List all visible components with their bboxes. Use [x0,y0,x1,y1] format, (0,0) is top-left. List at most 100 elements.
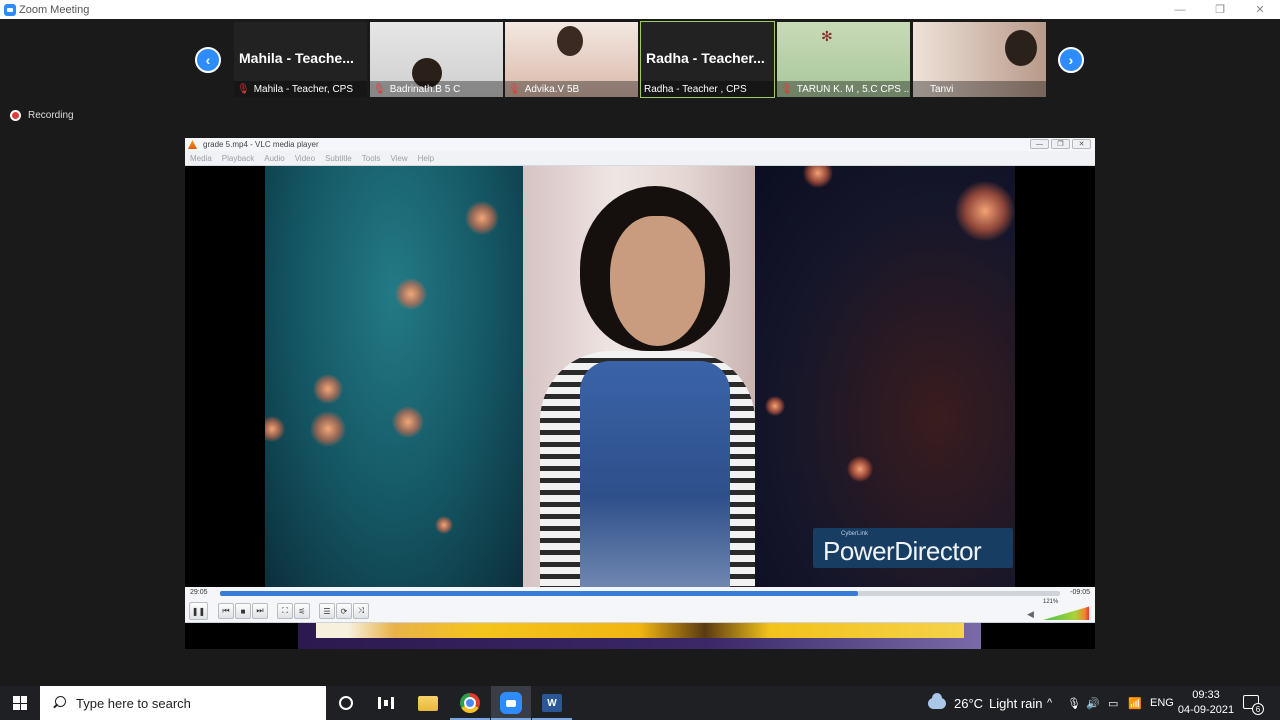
zoom-taskbar-button[interactable] [491,686,531,720]
file-explorer-button[interactable] [408,686,448,720]
close-button[interactable]: ✕ [1240,0,1280,19]
vlc-minimize-button[interactable]: — [1030,139,1049,149]
volume-slider[interactable] [1043,606,1091,620]
gallery-prev-button[interactable]: ‹ [195,47,221,73]
vlc-restore-button[interactable]: ❐ [1051,139,1070,149]
menu-video[interactable]: Video [295,154,315,163]
chevron-right-icon: › [1068,52,1074,68]
menu-media[interactable]: Media [190,154,212,163]
menu-subtitle[interactable]: Subtitle [325,154,352,163]
gallery-next-button[interactable]: › [1058,47,1084,73]
recording-indicator[interactable]: Recording [10,110,74,121]
participant-tile[interactable]: ✻ 🎙 TARUN K. M , 5.C CPS ... [777,22,910,97]
powerdirector-watermark: CyberLink PowerDirector [813,528,1013,568]
video-display[interactable]: CyberLink PowerDirector [185,166,1095,587]
zoom-window-title: Zoom Meeting [19,3,90,16]
shuffle-icon: ⤨ [357,606,365,615]
chrome-button[interactable] [450,686,490,720]
menu-view[interactable]: View [390,154,407,163]
mic-muted-icon: 🎙 [237,83,250,95]
zoom-app-icon [4,3,16,16]
word-taskbar-button[interactable]: W [532,686,572,720]
vlc-close-button[interactable]: ✕ [1072,139,1091,149]
menu-playback[interactable]: Playback [222,154,254,163]
pause-button[interactable]: ❚❚ [189,602,208,620]
bokeh-light [313,374,343,404]
participant-tile[interactable]: 🎙 Advika.V 5B [505,22,638,97]
participant-tile[interactable]: Tanvi [913,22,1046,97]
search-icon [52,696,66,710]
video-subject-face [610,216,705,346]
participant-tile[interactable]: 🎙 Badrinath.B 5 C [370,22,503,97]
participant-caption: Tanvi [913,81,1046,97]
cortana-button[interactable] [326,686,366,720]
system-clock[interactable]: 09:33 04-09-2021 [1176,688,1236,718]
playlist-button[interactable]: ☰ [319,603,335,619]
weather-widget[interactable]: 26°C Light rain [928,686,1043,720]
fullscreen-icon: ⛶ [282,606,288,615]
shuffle-button[interactable]: ⤨ [353,603,369,619]
equalizer-icon: ⚟ [298,606,306,616]
menu-help[interactable]: Help [418,154,434,163]
stop-button[interactable]: ■ [235,603,251,619]
cloud-rain-icon [928,692,946,709]
participant-caption: 🎙 Advika.V 5B [505,81,638,97]
participant-tile[interactable]: Mahila - Teache... 🎙 Mahila - Teacher, CP… [234,22,367,97]
zoom-title-bar: Zoom Meeting — ❐ ✕ [0,0,1280,19]
participant-gallery: ‹ Mahila - Teache... 🎙 Mahila - Teacher, … [0,19,1280,101]
participant-video [1005,30,1037,66]
microphone-tray[interactable]: 🎙 [1067,686,1081,720]
windows-taskbar: Type here to search W 26°C Light rain ^ … [0,686,1280,720]
task-view-button[interactable] [366,686,406,720]
menu-tools[interactable]: Tools [362,154,381,163]
clock-time: 09:33 [1192,689,1220,701]
minimize-button[interactable]: — [1160,0,1200,19]
sunflower-image [316,623,964,638]
next-button[interactable]: ⏭ [252,603,268,619]
taskbar-search-box[interactable]: Type here to search [40,686,326,720]
network-tray[interactable]: 📶 [1128,686,1142,720]
participant-name: Radha - Teacher , CPS [644,83,747,95]
volume-tray[interactable]: 🔊 [1086,686,1100,720]
vlc-window: grade 5.mp4 - VLC media player — ❐ ✕ Med… [185,138,1095,649]
bokeh-light [310,411,346,447]
bokeh-light [847,456,873,482]
bokeh-light [465,201,499,235]
task-view-icon [378,697,394,709]
vlc-seek-bar: 29:05 -09:05 [185,587,1095,599]
participant-name: TARUN K. M , 5.C CPS ... [796,83,910,95]
participant-tile-active-speaker[interactable]: Radha - Teacher... Radha - Teacher , CPS [640,21,775,98]
participant-name: Badrinath.B 5 C [389,83,461,95]
participant-caption: 🎙 TARUN K. M , 5.C CPS ... [777,81,910,97]
language-label: ENG [1150,697,1174,709]
participant-caption: Radha - Teacher , CPS [641,81,774,97]
search-placeholder: Type here to search [76,695,191,711]
vlc-window-controls: — ❐ ✕ [1030,139,1091,149]
menu-audio[interactable]: Audio [264,154,284,163]
cortana-icon [339,696,353,710]
mic-muted-icon: 🎙 [508,83,521,95]
restore-button[interactable]: ❐ [1200,0,1240,19]
participant-name: Advika.V 5B [524,83,580,95]
extended-settings-button[interactable]: ⚟ [294,603,310,619]
fullscreen-button[interactable]: ⛶ [277,603,293,619]
remaining-time: -09:05 [1070,589,1090,596]
speaker-icon[interactable]: ◀ [1027,609,1034,620]
notification-count-badge: 6 [1252,703,1264,715]
seek-slider[interactable] [220,591,1060,596]
clock-date: 04-09-2021 [1177,704,1235,716]
recording-label: Recording [28,110,74,121]
battery-icon: ▭ [1108,697,1119,710]
start-button[interactable] [0,686,40,720]
show-hidden-icons-button[interactable]: ^ [1047,686,1052,720]
loop-button[interactable]: ⟳ [336,603,352,619]
previous-button[interactable]: ⏮ [218,603,234,619]
weather-temperature: 26°C [954,695,984,711]
bokeh-light [395,278,427,310]
bokeh-light [955,181,1015,241]
volume-icon: 🔊 [1086,697,1100,710]
zoom-icon [500,692,522,714]
language-indicator[interactable]: ENG [1150,686,1174,720]
battery-tray[interactable]: ▭ [1108,686,1118,720]
skip-back-icon: ⏮ [222,606,230,615]
